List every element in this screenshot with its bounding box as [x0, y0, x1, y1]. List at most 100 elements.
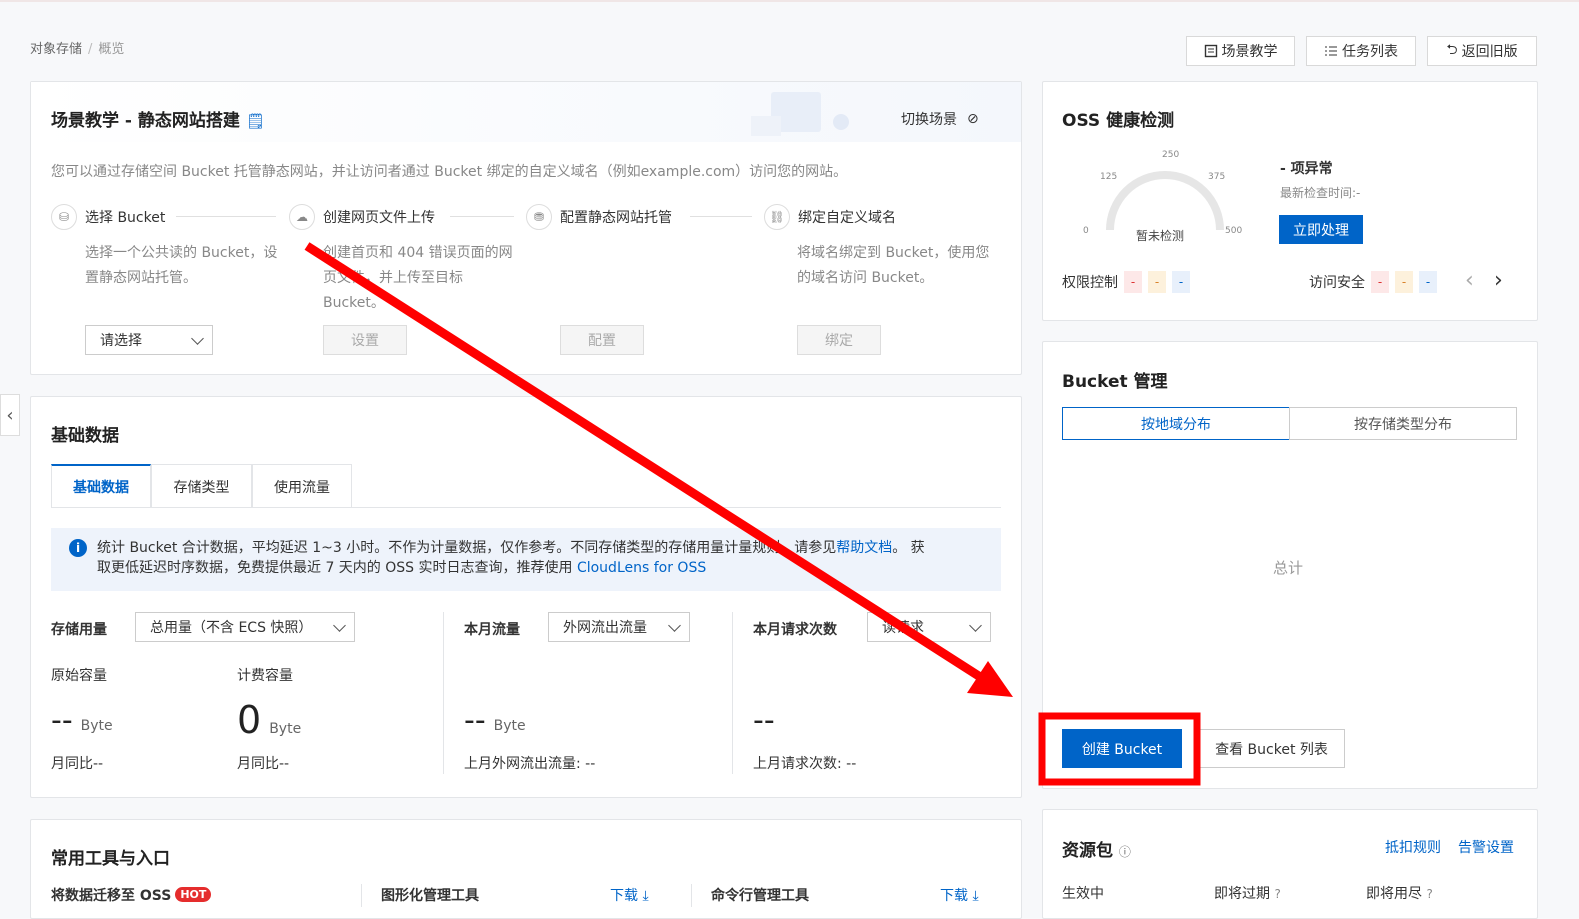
help-doc-link[interactable]: 帮助文档	[836, 540, 892, 556]
step-connector	[690, 216, 752, 217]
billing-capacity-mom: 月同比--	[237, 756, 290, 772]
step-connector	[176, 216, 276, 217]
switch-scene-button[interactable]: 切换场景 ⊘	[901, 109, 979, 129]
bucket-select[interactable]: 请选择	[85, 325, 213, 355]
basic-data-title: 基础数据	[51, 426, 119, 446]
download-icon: ⤓	[972, 888, 979, 904]
tab-by-region[interactable]: 按地域分布	[1062, 407, 1290, 440]
active-label: 生效中	[1062, 886, 1104, 902]
resource-pack-title: 资源包 ⓘ	[1062, 841, 1131, 861]
step-select-bucket: ⛁ 选择 Bucket	[51, 204, 165, 230]
info-circle-icon[interactable]: ⓘ	[1119, 845, 1131, 859]
scene-teaching-button[interactable]: 场景教学	[1186, 36, 1295, 66]
tab-traffic[interactable]: 使用流量	[252, 464, 352, 508]
back-old-button[interactable]: ⮌ 返回旧版	[1427, 36, 1537, 66]
last-month-traffic: 上月外网流出流量: --	[464, 756, 596, 772]
download-icon: ⤓	[642, 888, 649, 904]
bucket-icon: ⛁	[51, 204, 77, 230]
high-risk-tag: -	[1124, 271, 1142, 293]
alarm-settings-link[interactable]: 告警设置	[1458, 837, 1514, 857]
breadcrumb-current: 概览	[98, 42, 125, 57]
task-list-label: 任务列表	[1342, 44, 1398, 60]
raw-capacity-label: 原始容量	[51, 668, 107, 684]
question-icon[interactable]: ?	[1426, 887, 1432, 901]
scene-teaching-label: 场景教学	[1221, 44, 1278, 60]
monthly-traffic-value: -- Byte	[464, 703, 526, 738]
document-icon[interactable]: 🗒	[246, 112, 265, 130]
chevron-down-icon	[191, 331, 204, 345]
last-month-requests: 上月请求次数: --	[753, 756, 857, 772]
question-icon[interactable]: ?	[1274, 887, 1280, 901]
svg-text:125: 125	[1100, 172, 1117, 182]
switch-scene-label: 切换场景	[901, 112, 957, 128]
bucket-management-title: Bucket 管理	[1062, 372, 1168, 392]
traffic-type-select[interactable]: 外网流出流量	[548, 612, 690, 642]
chevron-down-icon	[969, 618, 982, 632]
chevron-down-icon	[333, 618, 346, 632]
tools-title: 常用工具与入口	[51, 849, 170, 869]
step-2-description: 创建首页和 404 错误页面的网 页文件，并上传至目标 Bucket。	[323, 245, 513, 311]
bind-button[interactable]: 绑定	[797, 325, 881, 355]
raw-capacity-value: -- Byte	[51, 703, 113, 738]
cli-tool-label: 命令行管理工具	[711, 888, 809, 904]
tab-by-storage-type[interactable]: 按存储类型分布	[1289, 407, 1517, 440]
medium-risk-tag: -	[1148, 271, 1166, 293]
hot-badge: HOT	[175, 887, 212, 902]
next-arrow-icon[interactable]: ›	[1494, 268, 1503, 293]
basic-data-card	[30, 396, 1022, 798]
step-4-description: 将域名绑定到 Bucket，使用您 的域名访问 Bucket。	[797, 245, 990, 286]
svg-text:375: 375	[1208, 172, 1225, 182]
step-bind-domain: ⛓ 绑定自定义域名	[764, 204, 896, 230]
step-configure: ⛃ 配置静态网站托管	[526, 204, 672, 230]
basic-data-tabs: 基础数据 存储类型 使用流量	[51, 464, 352, 508]
billing-capacity-value: 0 Byte	[237, 698, 302, 742]
gui-tool-label: 图形化管理工具	[381, 888, 479, 904]
tab-storage-type[interactable]: 存储类型	[151, 464, 252, 508]
eye-off-icon: ⊘	[967, 111, 979, 127]
breadcrumb-root[interactable]: 对象存储	[30, 42, 82, 57]
scene-illustration	[751, 92, 849, 136]
prev-arrow-icon[interactable]: ‹	[1465, 268, 1474, 293]
chevron-down-icon	[668, 618, 681, 632]
cli-tool-download-link[interactable]: 下载 ⤓	[940, 885, 979, 905]
deduction-rules-link[interactable]: 抵扣规则	[1385, 837, 1441, 857]
abnormal-count: - 项异常	[1280, 161, 1333, 177]
resource-pack-card	[1042, 809, 1538, 919]
tab-basic-data[interactable]: 基础数据	[51, 464, 151, 508]
configure-button[interactable]: 配置	[560, 325, 644, 355]
svg-text:0: 0	[1083, 226, 1089, 236]
monthly-requests-value: --	[753, 703, 775, 738]
medium-risk-tag: -	[1395, 271, 1413, 293]
column-divider	[361, 884, 362, 907]
step-upload: ☁ 创建网页文件上传	[289, 204, 435, 230]
permission-control: 权限控制 - - -	[1062, 271, 1190, 293]
low-risk-tag: -	[1172, 271, 1190, 293]
handle-now-button[interactable]: 立即处理	[1279, 215, 1363, 244]
high-risk-tag: -	[1371, 271, 1389, 293]
low-risk-tag: -	[1419, 271, 1437, 293]
access-security: 访问安全 - - -	[1309, 271, 1437, 293]
column-divider	[691, 884, 692, 907]
view-bucket-list-button[interactable]: 查看 Bucket 列表	[1198, 729, 1345, 768]
column-divider	[732, 612, 733, 774]
cloud-upload-icon: ☁	[289, 204, 315, 230]
bucket-total: 总计	[1273, 559, 1304, 577]
health-title: OSS 健康检测	[1062, 111, 1175, 131]
cloudlens-link[interactable]: CloudLens for OSS	[577, 560, 706, 576]
info-notice: i 统计 Bucket 合计数据，平均延迟 1~3 小时。不作为计量数据，仅作参…	[51, 528, 1001, 591]
collapse-sidebar-button[interactable]: ‹	[0, 394, 20, 436]
svg-text:500: 500	[1225, 226, 1242, 236]
storage-usage-select[interactable]: 总用量（不含 ECS 快照）	[135, 612, 355, 642]
list-icon	[1325, 46, 1337, 56]
setup-button[interactable]: 设置	[323, 325, 407, 355]
raw-capacity-mom: 月同比--	[51, 756, 104, 772]
request-type-select[interactable]: 读请求	[867, 612, 991, 642]
task-list-button[interactable]: 任务列表	[1306, 36, 1416, 66]
migrate-entry[interactable]: 将数据迁移至 OSS HOT	[51, 885, 212, 905]
monthly-traffic-label: 本月流量	[464, 622, 520, 638]
gui-tool-download-link[interactable]: 下载 ⤓	[610, 885, 649, 905]
link-icon: ⛓	[764, 204, 790, 230]
back-old-label: 返回旧版	[1461, 44, 1518, 60]
create-bucket-button[interactable]: 创建 Bucket	[1062, 729, 1182, 768]
step-1-description: 选择一个公共读的 Bucket，设 置静态网站托管。	[85, 245, 278, 286]
